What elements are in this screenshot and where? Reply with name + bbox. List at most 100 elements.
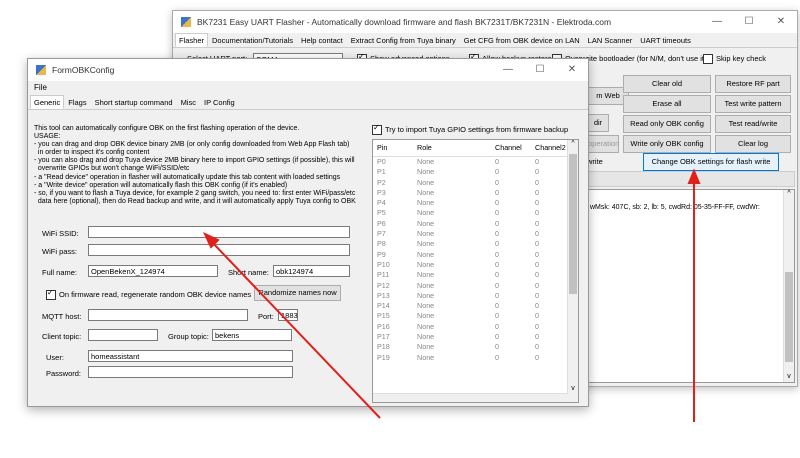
grid-hscrollbar[interactable] (373, 393, 568, 402)
grid-scroll-thumb[interactable] (569, 154, 577, 294)
role-cell[interactable]: None (417, 281, 495, 291)
tab-flasher[interactable]: Flasher (175, 33, 209, 47)
tab-misc[interactable]: Misc (177, 95, 200, 109)
channel-cell[interactable]: 0 (495, 219, 535, 229)
table-row[interactable]: P11 None 0 0 (373, 270, 578, 280)
scroll-up-icon[interactable]: ^ (784, 190, 794, 197)
regen-names-option[interactable]: On firmware read, regenerate random OBK … (46, 288, 251, 301)
channel-cell[interactable]: 0 (495, 332, 535, 342)
table-row[interactable]: P12 None 0 0 (373, 281, 578, 291)
table-row[interactable]: P8 None 0 0 (373, 239, 578, 249)
read-only-obk-button[interactable]: Read only OBK config (623, 115, 711, 133)
grid-scrollbar[interactable]: ^ v (567, 140, 578, 402)
table-row[interactable]: P0 None 0 0 (373, 157, 578, 167)
scroll-up-icon[interactable]: ^ (568, 140, 578, 147)
table-row[interactable]: P14 None 0 0 (373, 301, 578, 311)
tab-ip-config[interactable]: IP Config (200, 95, 239, 109)
pin-cell[interactable]: P11 (373, 270, 417, 280)
pin-cell[interactable]: P4 (373, 198, 417, 208)
table-row[interactable]: P5 None 0 0 (373, 208, 578, 218)
role-cell[interactable]: None (417, 260, 495, 270)
partial-dir-button[interactable]: dir (587, 114, 609, 132)
skip-key-option[interactable]: Skip key check (703, 54, 766, 65)
channel-cell[interactable]: 0 (495, 178, 535, 188)
password-input[interactable] (88, 366, 293, 378)
pin-cell[interactable]: P2 (373, 178, 417, 188)
table-row[interactable]: P16 None 0 0 (373, 322, 578, 332)
gpio-grid[interactable]: Pin Role Channel Channel2 P0 None 0 0 P1 None… (372, 139, 579, 403)
maximize-icon[interactable]: ☐ (733, 11, 765, 33)
log-scrollbar[interactable]: ^ v (783, 190, 794, 382)
channel-cell[interactable]: 0 (495, 188, 535, 198)
pin-cell[interactable]: P18 (373, 342, 417, 352)
group-topic-input[interactable]: bekens (212, 329, 292, 341)
role-cell[interactable]: None (417, 291, 495, 301)
channel-cell[interactable]: 0 (495, 311, 535, 321)
role-cell[interactable]: None (417, 342, 495, 352)
regen-names-checkbox[interactable] (46, 288, 56, 301)
change-obk-settings-button[interactable]: Change OBK settings for flash write (643, 153, 779, 171)
client-topic-input[interactable] (88, 329, 158, 341)
tuya-import-option[interactable]: Try to import Tuya GPIO settings from fi… (372, 123, 568, 136)
table-row[interactable]: P13 None 0 0 (373, 291, 578, 301)
skip-key-checkbox[interactable] (703, 54, 713, 65)
channel-cell[interactable]: 0 (495, 198, 535, 208)
write-only-obk-button[interactable]: Write only OBK config (623, 135, 711, 153)
randomize-names-button[interactable]: Randomize names now (254, 285, 341, 301)
table-row[interactable]: P3 None 0 0 (373, 188, 578, 198)
table-row[interactable]: P1 None 0 0 (373, 167, 578, 177)
obk-config-titlebar[interactable]: FormOBKConfig — ☐ ✕ (28, 59, 588, 81)
table-row[interactable]: P18 None 0 0 (373, 342, 578, 352)
role-cell[interactable]: None (417, 167, 495, 177)
minimize-icon[interactable]: — (492, 59, 524, 81)
table-row[interactable]: P10 None 0 0 (373, 260, 578, 270)
log-scroll-thumb[interactable] (785, 272, 793, 362)
channel-cell[interactable]: 0 (495, 281, 535, 291)
role-cell[interactable]: None (417, 178, 495, 188)
pin-cell[interactable]: P7 (373, 229, 417, 239)
table-row[interactable]: P15 None 0 0 (373, 311, 578, 321)
log-box[interactable]: wMsk: 407C, sb: 2, lb: 5, cwdRd: 05-35-F… (587, 189, 795, 383)
close-icon[interactable]: ✕ (556, 59, 588, 81)
pin-cell[interactable]: P6 (373, 219, 417, 229)
pin-cell[interactable]: P14 (373, 301, 417, 311)
role-cell[interactable]: None (417, 208, 495, 218)
maximize-icon[interactable]: ☐ (524, 59, 556, 81)
role-cell[interactable]: None (417, 250, 495, 260)
wifi-ssid-input[interactable] (88, 226, 350, 238)
pin-cell[interactable]: P8 (373, 239, 417, 249)
channel-cell[interactable]: 0 (495, 301, 535, 311)
table-row[interactable]: P19 None 0 0 (373, 353, 578, 363)
pin-cell[interactable]: P0 (373, 157, 417, 167)
channel-cell[interactable]: 0 (495, 239, 535, 249)
pin-cell[interactable]: P16 (373, 322, 417, 332)
tuya-import-checkbox[interactable] (372, 123, 382, 136)
channel-cell[interactable]: 0 (495, 157, 535, 167)
full-name-input[interactable]: OpenBekenX_124974 (88, 265, 218, 277)
port-input[interactable]: 1883 (278, 309, 298, 321)
channel-cell[interactable]: 0 (495, 291, 535, 301)
clear-old-button[interactable]: Clear old (623, 75, 711, 93)
role-cell[interactable]: None (417, 188, 495, 198)
table-row[interactable]: P9 None 0 0 (373, 250, 578, 260)
erase-all-button[interactable]: Erase all (623, 95, 711, 113)
pin-cell[interactable]: P13 (373, 291, 417, 301)
scroll-down-icon[interactable]: v (568, 385, 578, 392)
tab-lan-scanner[interactable]: LAN Scanner (584, 33, 637, 47)
channel-cell[interactable]: 0 (495, 250, 535, 260)
role-cell[interactable]: None (417, 229, 495, 239)
tab-generic[interactable]: Generic (30, 95, 65, 109)
test-read-write-button[interactable]: Test read/write (715, 115, 791, 133)
flasher-titlebar[interactable]: BK7231 Easy UART Flasher - Automatically… (173, 11, 797, 33)
pin-cell[interactable]: P15 (373, 311, 417, 321)
role-cell[interactable]: None (417, 157, 495, 167)
pin-cell[interactable]: P19 (373, 353, 417, 363)
channel-cell[interactable]: 0 (495, 167, 535, 177)
partial-operation-button[interactable]: operation (587, 135, 619, 153)
clear-log-button[interactable]: Clear log (715, 135, 791, 153)
channel-cell[interactable]: 0 (495, 208, 535, 218)
table-row[interactable]: P7 None 0 0 (373, 229, 578, 239)
user-input[interactable]: homeassistant (88, 350, 293, 362)
tab-extract-config[interactable]: Extract Config from Tuya binary (347, 33, 460, 47)
role-cell[interactable]: None (417, 322, 495, 332)
